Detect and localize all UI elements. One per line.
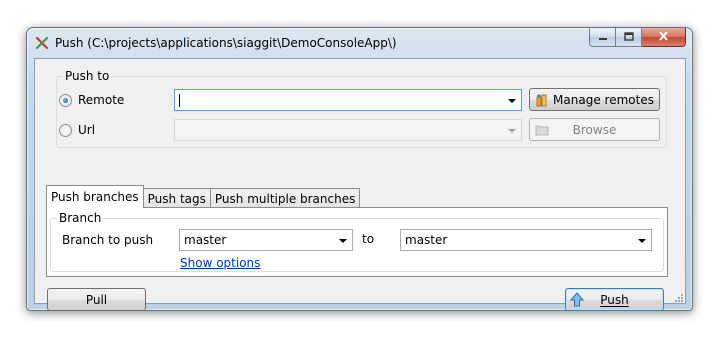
remote-radio[interactable]: [59, 93, 72, 107]
pull-button-label: Pull: [85, 292, 108, 307]
branch-group-label: Branch: [57, 211, 104, 225]
push-button-label: Push: [600, 292, 629, 307]
pull-button[interactable]: Pull: [47, 288, 146, 311]
chevron-down-icon[interactable]: [508, 99, 516, 103]
minimize-icon: [598, 30, 608, 44]
push-dialog-window: Push (C:\projects\applications\siaggit\D…: [26, 27, 693, 311]
close-button[interactable]: [642, 28, 686, 47]
push-button[interactable]: Push: [565, 288, 664, 311]
push-branches-panel: Branch Branch to push master to master S…: [46, 207, 668, 277]
resize-grip-icon[interactable]: [673, 291, 683, 302]
remote-combo[interactable]: [174, 89, 522, 111]
url-radio-label: Url: [78, 123, 96, 137]
remote-branch-combo[interactable]: master: [400, 229, 652, 251]
url-radio[interactable]: [59, 123, 72, 137]
git-extensions-icon: [35, 36, 49, 50]
chevron-down-icon[interactable]: [339, 239, 347, 243]
close-icon: [658, 30, 669, 44]
chevron-down-icon[interactable]: [508, 129, 516, 133]
tab-push-tags-label: Push tags: [147, 191, 206, 206]
tab-push-multiple-branches-label: Push multiple branches: [214, 191, 356, 206]
browse-button[interactable]: Browse: [529, 118, 660, 141]
push-to-group-label: Push to: [63, 69, 112, 83]
maximize-icon: [623, 30, 634, 44]
branch-to-push-label: Branch to push: [62, 233, 154, 247]
local-branch-combo[interactable]: master: [179, 229, 353, 251]
remotes-icon: [535, 93, 549, 107]
browse-label: Browse: [572, 122, 617, 137]
url-combo[interactable]: [174, 119, 522, 141]
tab-push-branches-label: Push branches: [51, 190, 139, 204]
remote-branch-value: master: [405, 233, 448, 247]
tab-push-tags[interactable]: Push tags: [142, 188, 211, 208]
chevron-down-icon[interactable]: [638, 239, 646, 243]
minimize-button[interactable]: [589, 28, 616, 47]
dialog-client-area: Push to Remote Manage remotes Url Browse…: [34, 58, 686, 311]
to-label: to: [362, 232, 375, 246]
remote-radio-row[interactable]: Remote: [59, 93, 124, 107]
tab-push-multiple-branches[interactable]: Push multiple branches: [209, 188, 361, 208]
remote-radio-label: Remote: [78, 93, 125, 107]
maximize-button[interactable]: [616, 28, 642, 47]
url-radio-row[interactable]: Url: [59, 123, 95, 137]
manage-remotes-label: Manage remotes: [553, 92, 654, 107]
window-title: Push (C:\projects\applications\siaggit\D…: [55, 36, 397, 50]
arrow-up-icon: [570, 292, 584, 307]
tab-push-branches[interactable]: Push branches: [46, 185, 144, 208]
text-caret: [179, 94, 180, 107]
title-bar[interactable]: Push (C:\projects\applications\siaggit\D…: [27, 28, 692, 58]
folder-icon: [535, 123, 549, 136]
show-options-link[interactable]: Show options: [180, 256, 260, 270]
local-branch-value: master: [184, 233, 227, 247]
tab-strip: Push branches Push tags Push multiple br…: [46, 185, 361, 208]
manage-remotes-button[interactable]: Manage remotes: [529, 88, 660, 111]
